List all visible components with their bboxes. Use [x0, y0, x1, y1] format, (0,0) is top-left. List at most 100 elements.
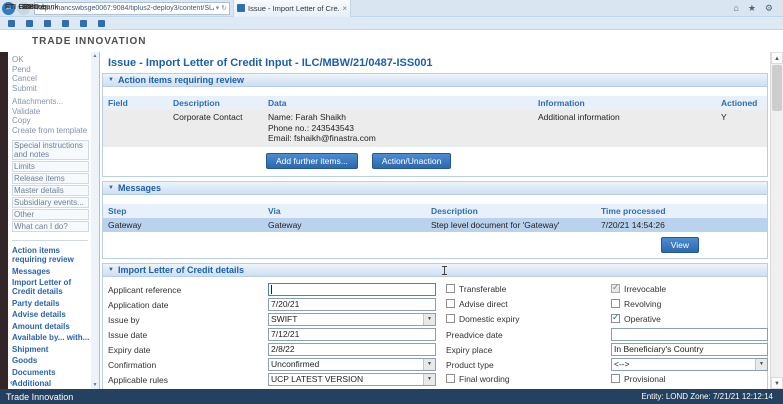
cell-description: Corporate Contact: [173, 112, 243, 122]
confirmation-select[interactable]: Unconfirmed ▼: [268, 357, 436, 371]
applicable-rules-select[interactable]: UCP LATEST VERSION ▼: [268, 372, 436, 386]
preadvice-date-input[interactable]: [611, 327, 768, 341]
sidebar-item-create-from-template[interactable]: Create from template: [12, 126, 90, 136]
favorite-link[interactable]: FTI GTB: [5, 2, 34, 27]
expiry-place-input[interactable]: In Beneficiary's Country: [611, 342, 768, 356]
sidebar-item-what-can-i-do[interactable]: What can I do?: [12, 221, 89, 232]
final-wording-checkbox[interactable]: Final wording: [446, 374, 510, 384]
sidebar-link-shipment[interactable]: Shipment: [12, 345, 90, 354]
vertical-scrollbar[interactable]: ▲ ▼: [770, 52, 783, 389]
messages-column-headers: Step Via Description Time processed: [103, 203, 767, 218]
status-app-name: Trade Innovation: [6, 391, 74, 402]
column-header: Field: [108, 98, 128, 108]
favicon-icon: [8, 19, 15, 27]
domestic-expiry-checkbox[interactable]: Domestic expiry: [446, 314, 519, 324]
product-type-label: Product type: [446, 359, 494, 370]
application-date-input[interactable]: 7/20/21: [268, 297, 436, 311]
irrevocable-checkbox[interactable]: Irrevocable: [611, 282, 666, 294]
browser-toolbar-icons: ⌂ ★ ⚙: [733, 3, 783, 14]
view-button[interactable]: View: [660, 236, 699, 253]
favorite-link[interactable]: FTI HSBC: [5, 2, 51, 27]
sidebar-item-submit[interactable]: Submit: [12, 84, 90, 94]
sidebar-item-subsidiary-events[interactable]: Subsidiary events...: [12, 197, 89, 208]
browser-tab[interactable]: Issue - Import Letter of Cre... ×: [233, 0, 351, 17]
messages-section-header[interactable]: ▼ Messages: [103, 181, 767, 195]
sidebar-item-special-instructions[interactable]: Special instructions and notes: [12, 140, 89, 160]
operative-checkbox[interactable]: Operative: [611, 312, 661, 324]
checkbox-checked-icon: [611, 282, 620, 293]
sidebar-item-cancel[interactable]: Cancel: [12, 74, 90, 84]
scroll-down-icon[interactable]: ▼: [771, 377, 783, 389]
message-row[interactable]: Gateway Gateway Step level document for …: [103, 217, 767, 232]
collapse-sidebar-button[interactable]: «: [10, 378, 15, 387]
favorite-link[interactable]: FTI CCB: [5, 2, 34, 27]
lc-details-section-header[interactable]: ▼ Import Letter of Credit details: [103, 263, 767, 277]
sidebar-link-party-details[interactable]: Party details: [12, 299, 90, 308]
sidebar-link-goods[interactable]: Goods: [12, 356, 90, 365]
add-further-items-button[interactable]: Add further items...: [266, 152, 358, 169]
tab-favicon-icon: [237, 4, 245, 12]
sidebar-scroll-up-icon[interactable]: ▲: [91, 53, 99, 59]
sidebar-scrollbar[interactable]: ▲ ▼: [91, 52, 99, 389]
sidebar-link-messages[interactable]: Messages: [12, 267, 90, 276]
favorite-link[interactable]: FTI - Metrobank: [5, 2, 87, 27]
sidebar-link-advise-details[interactable]: Advise details: [12, 310, 90, 319]
favorite-link[interactable]: FTI - TAI: [5, 2, 69, 27]
sidebar-item-master-details[interactable]: Master details: [12, 185, 89, 196]
column-header: Information: [538, 98, 585, 108]
favorites-star-icon[interactable]: ★: [748, 3, 756, 14]
sidebar-item-pend[interactable]: Pend: [12, 65, 90, 75]
issue-by-select[interactable]: SWIFT ▼: [268, 312, 436, 326]
action-unaction-button[interactable]: Action/Unaction: [371, 152, 452, 169]
issue-date-input[interactable]: 7/12/21: [268, 327, 436, 341]
checkbox-icon: [446, 299, 455, 308]
sidebar-item-release-items[interactable]: Release items: [12, 173, 89, 184]
sidebar-link-action-items[interactable]: Action items requiring review: [12, 246, 90, 264]
collapse-section-icon: ▼: [108, 184, 114, 191]
provisional-checkbox[interactable]: Provisional: [611, 374, 666, 384]
main-content: Issue - Import Letter of Credit Input - …: [100, 52, 770, 389]
sidebar-item-limits[interactable]: Limits: [12, 161, 89, 172]
revolving-checkbox[interactable]: Revolving: [611, 299, 661, 309]
sidebar-link-available-by[interactable]: Available by... with...: [12, 333, 90, 342]
applicant-reference-input[interactable]: [268, 282, 436, 296]
favorite-link[interactable]: FTI - Partner: [5, 2, 105, 27]
expiry-date-label: Expiry date: [108, 344, 151, 355]
home-icon[interactable]: ⌂: [733, 3, 738, 14]
transferable-checkbox[interactable]: Transferable: [446, 284, 506, 294]
sidebar-link-lc-details[interactable]: Import Letter of Credit details: [12, 278, 90, 296]
sidebar-divider: [12, 240, 88, 241]
sidebar-item-validate[interactable]: Validate: [12, 107, 90, 117]
text-cursor-icon: [441, 265, 448, 275]
auto-follow-on-checkbox[interactable]: Automatically create follow-on event: [611, 389, 760, 390]
scrollbar-thumb[interactable]: [772, 65, 782, 111]
collapse-section-icon: ▼: [108, 77, 114, 83]
column-header: Description: [431, 205, 478, 216]
checkbox-icon: [446, 284, 455, 293]
action-item-row[interactable]: Corporate Contact Name: Farah Shaikh Pho…: [103, 110, 767, 147]
sidebar-link-amount-details[interactable]: Amount details: [12, 322, 90, 331]
autocomplete-dropdown-icon[interactable]: ▾: [216, 4, 220, 12]
sidebar-item-copy[interactable]: Copy: [12, 116, 90, 126]
refresh-icon[interactable]: ↻: [221, 4, 227, 12]
action-items-section-header[interactable]: ▼ Action items requiring review: [103, 74, 767, 87]
product-type-select[interactable]: <--> ▼: [611, 357, 768, 371]
sidebar-link-additional-conditions[interactable]: Additional conditions: [12, 379, 90, 389]
expiry-date-input[interactable]: 2/8/22: [268, 342, 436, 356]
cell-description: Step level document for 'Gateway': [431, 219, 560, 230]
sidebar-scroll-down-icon[interactable]: ▼: [91, 382, 99, 388]
sidebar-link-documents[interactable]: Documents: [12, 368, 90, 377]
sidebar-item-other[interactable]: Other: [12, 209, 89, 220]
tab-close-icon[interactable]: ×: [342, 4, 347, 13]
column-header: Via: [268, 205, 281, 216]
tab-title: Issue - Import Letter of Cre...: [248, 3, 340, 13]
sidebar-item-ok[interactable]: OK: [12, 55, 90, 65]
action-items-column-headers: Field Description Data Information Actio…: [103, 96, 767, 110]
status-bar: Trade Innovation Entity: LOND Zone: 7/21…: [0, 389, 783, 404]
cell-via: Gateway: [268, 219, 302, 230]
settings-gear-icon[interactable]: ⚙: [765, 3, 773, 14]
scroll-up-icon[interactable]: ▲: [771, 52, 783, 64]
sidebar-item-attachments[interactable]: Attachments...: [12, 97, 90, 107]
address-bar[interactable]: http://mancswbsge0067:9084/tiplus2-deplo…: [34, 1, 230, 15]
advise-direct-checkbox[interactable]: Advise direct: [446, 299, 508, 309]
